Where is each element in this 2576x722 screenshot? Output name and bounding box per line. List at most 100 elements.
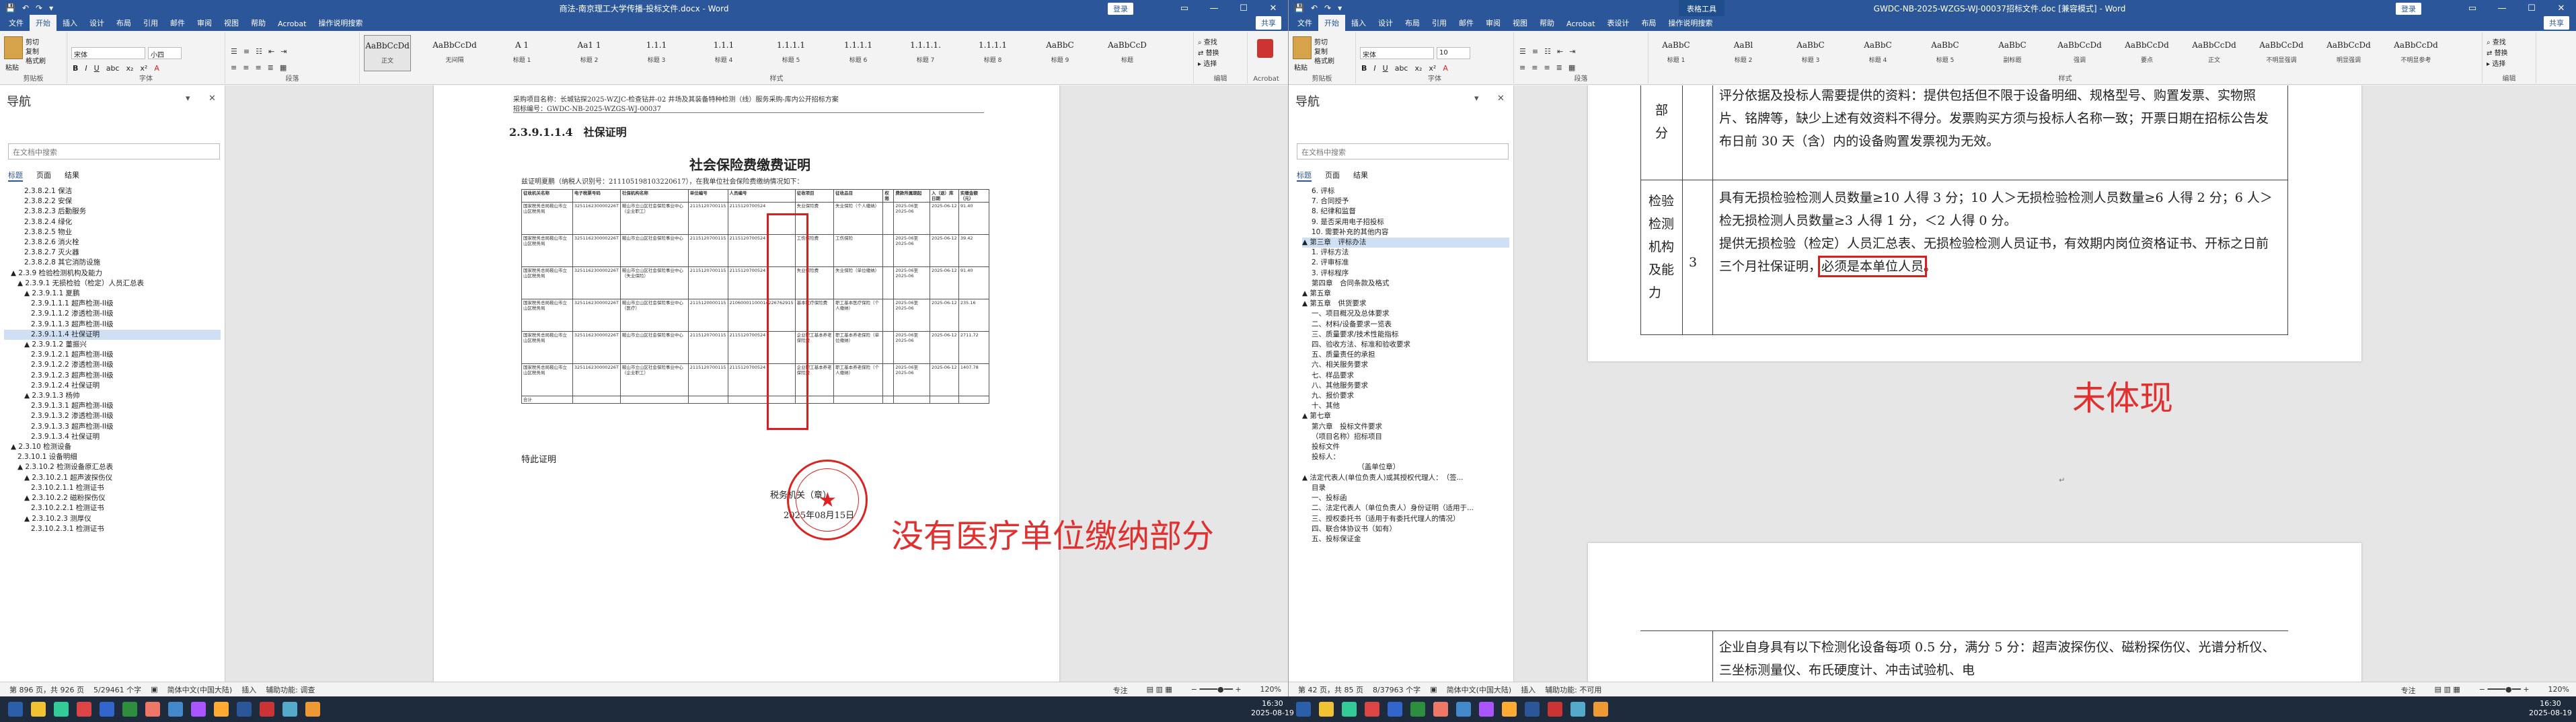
multilevel-icon[interactable]: ☷ (1544, 47, 1551, 56)
cut-button[interactable]: 剪切 (1314, 36, 1328, 46)
task-view-icon[interactable] (54, 702, 69, 717)
nav-heading-item[interactable]: 2.3.9.1.2.2 渗透检测-II级 (4, 360, 221, 370)
numbering-icon[interactable]: ≡ (1532, 47, 1538, 56)
login-button[interactable]: 登录 (1108, 3, 1133, 15)
tab-right-5[interactable]: 引用 (1426, 15, 1453, 31)
tab-right-9[interactable]: 帮助 (1533, 15, 1560, 31)
nav-heading-item[interactable]: ▲ 第七章 (1302, 411, 1509, 421)
style-gallery-item[interactable]: 1.1.1.1 标题 6 (835, 35, 882, 71)
nav-heading-item[interactable]: 2.3.8.2.2 安保 (4, 196, 221, 207)
nav-options-icon[interactable]: ▾ (186, 94, 190, 104)
close-button[interactable]: ✕ (2546, 0, 2576, 16)
style-gallery-item[interactable]: Aa1 1 标题 2 (566, 35, 613, 71)
align-left-icon[interactable]: ≡ (1519, 63, 1525, 72)
nav-tab[interactable]: 页面 (36, 170, 51, 182)
select-button[interactable]: ▸ 选择 (1198, 58, 1217, 68)
nav-search-input[interactable]: 在文档中搜索 (1297, 143, 1509, 159)
nav-heading-item[interactable]: 9. 是否采用电子招投标 (1302, 217, 1509, 227)
page-count[interactable]: 第 896 页，共 926 页 (9, 684, 84, 695)
style-gallery-item[interactable]: AaBbC 标题 1 (1653, 35, 1700, 71)
strike-button[interactable]: abc (106, 64, 120, 73)
ribbon-options-icon[interactable]: ▭ (1170, 0, 1199, 16)
nav-heading-item[interactable]: 一、项目概况及总体要求 (1302, 309, 1509, 319)
nav-heading-item[interactable]: 6. 评标 (1302, 186, 1509, 196)
justify-icon[interactable]: ≣ (1556, 63, 1562, 72)
tab-left-7[interactable]: 审阅 (191, 15, 218, 31)
search-icon[interactable] (31, 702, 46, 717)
zoom-slider[interactable]: − ━━━━●━━ + (1191, 685, 1242, 696)
increase-indent-icon[interactable]: ⇥ (1569, 47, 1575, 56)
style-gallery-item[interactable]: AaBbCcDd 明显强调 (2325, 35, 2372, 71)
style-gallery-item[interactable]: AaBbCcD 标题 (1104, 35, 1151, 71)
nav-close-icon[interactable]: ✕ (209, 94, 216, 104)
style-gallery-item[interactable]: AaBbCcDd 无间隔 (431, 35, 478, 71)
nav-tab[interactable]: 结果 (65, 170, 79, 182)
nav-heading-item[interactable]: ▲ 第五章 (1302, 289, 1509, 299)
nav-heading-item[interactable]: 2.3.9.1.1.3 超声检测-II级 (4, 320, 221, 330)
tab-left-1[interactable]: 开始 (30, 15, 56, 31)
login-button[interactable]: 登录 (2396, 3, 2421, 15)
nav-heading-item[interactable]: 六、相关服务要求 (1302, 360, 1509, 370)
browser-icon[interactable] (100, 702, 114, 717)
tab-left-10[interactable]: Acrobat (272, 17, 312, 31)
tab-left-8[interactable]: 视图 (218, 15, 245, 31)
style-gallery-item[interactable]: AaBbCcDd 强调 (2056, 35, 2103, 71)
tab-right-3[interactable]: 设计 (1372, 15, 1399, 31)
nav-heading-item[interactable]: 九、报价要求 (1302, 391, 1509, 401)
style-gallery-item[interactable]: 1.1.1 标题 4 (700, 35, 747, 71)
proofing-icon[interactable]: ▣ (1430, 685, 1437, 694)
nav-heading-item[interactable]: 2.3.9.1.1.1 超声检测-II级 (4, 299, 221, 309)
nav-heading-item[interactable]: 10. 需要补充的其他内容 (1302, 227, 1509, 238)
nav-heading-item[interactable]: 2.3.8.2.5 物业 (4, 227, 221, 238)
nav-heading-item[interactable]: ▲ 2.3.9.1.2 董振兴 (4, 340, 221, 350)
app-icon[interactable] (214, 702, 229, 717)
align-right-icon[interactable]: ≡ (1544, 63, 1550, 72)
nav-heading-item[interactable]: 2.3.9.1.2.4 社保证明 (4, 381, 221, 391)
tab-right-13[interactable]: 操作说明搜索 (1662, 15, 1718, 31)
file-explorer-icon[interactable] (77, 702, 91, 717)
tab-right-4[interactable]: 布局 (1399, 15, 1426, 31)
style-gallery-item[interactable]: A 1 标题 1 (498, 35, 545, 71)
nav-heading-item[interactable]: 2.3.10.2.2.1 检测证书 (4, 503, 221, 513)
app-icon[interactable] (1502, 702, 1517, 717)
nav-tab[interactable]: 标题 (1297, 170, 1312, 182)
nav-heading-item[interactable]: 3. 评标程序 (1302, 268, 1509, 279)
nav-heading-item[interactable]: 2.3.9.1.3.3 超声检测-II级 (4, 422, 221, 432)
close-button[interactable]: ✕ (1258, 0, 1288, 16)
nav-heading-item[interactable]: ▲ 第五章 供货要求 (1302, 299, 1509, 309)
find-button[interactable]: ⌕ 查找 (2487, 36, 2506, 46)
customize-icon[interactable]: ▾ (49, 3, 53, 13)
style-gallery-item[interactable]: 1.1.1.1 标题 5 (767, 35, 815, 71)
tab-right-0[interactable]: 文件 (1291, 15, 1318, 31)
bullets-icon[interactable]: ☰ (231, 47, 237, 56)
nav-heading-item[interactable]: 2.3.9.1.3.4 社保证明 (4, 432, 221, 442)
save-icon[interactable]: 💾 (5, 3, 15, 13)
style-gallery-item[interactable]: AaBbCcDd 正文 (2191, 35, 2238, 71)
nav-heading-item[interactable]: 2.3.8.2.6 消火栓 (4, 238, 221, 248)
document-page[interactable]: 采购项目名称：长城钻探2025-WZJC-检查钻井-02 井场及其装备特种检测（… (434, 85, 1059, 682)
nav-heading-item[interactable]: ▲ 2.3.10.2.1 超声波探伤仪 (4, 473, 221, 483)
nav-heading-item[interactable]: 一、投标函 (1302, 493, 1509, 503)
file-explorer-icon[interactable] (1365, 702, 1379, 717)
taskbar-clock-right[interactable]: 16:30 2025-08-19 (2529, 699, 2572, 718)
taskbar-clock-left[interactable]: 16:30 2025-08-19 (1251, 699, 1294, 718)
nav-tab[interactable]: 结果 (1353, 170, 1368, 182)
shading-icon[interactable]: ▦ (1568, 63, 1575, 72)
tab-left-3[interactable]: 设计 (83, 15, 110, 31)
nav-search-input[interactable]: 在文档中搜索 (8, 143, 220, 159)
bold-button[interactable]: B (73, 64, 78, 73)
nav-heading-item[interactable]: 三、质量要求/技术性能指标 (1302, 330, 1509, 340)
style-gallery-item[interactable]: AaBbC 副标题 (1989, 35, 2036, 71)
tab-left-4[interactable]: 布局 (110, 15, 137, 31)
nav-heading-item[interactable]: ▲ 2.3.10 检测设备 (4, 442, 221, 452)
decrease-indent-icon[interactable]: ⇤ (268, 47, 274, 56)
minimize-button[interactable]: — (2487, 0, 2517, 16)
shading-icon[interactable]: ▦ (280, 63, 287, 72)
nav-heading-item[interactable]: 2.3.10.1 设备明细 (4, 452, 221, 462)
nav-heading-item[interactable]: ▲ 2.3.9.1 无损检验（检定）人员汇总表 (4, 279, 221, 289)
nav-heading-item[interactable]: 四、联合体协议书（如有） (1302, 524, 1509, 534)
search-icon[interactable] (1319, 702, 1334, 717)
task-view-icon[interactable] (1342, 702, 1357, 717)
app-icon[interactable] (145, 702, 160, 717)
font-name-box[interactable]: 宋体 (71, 47, 145, 59)
